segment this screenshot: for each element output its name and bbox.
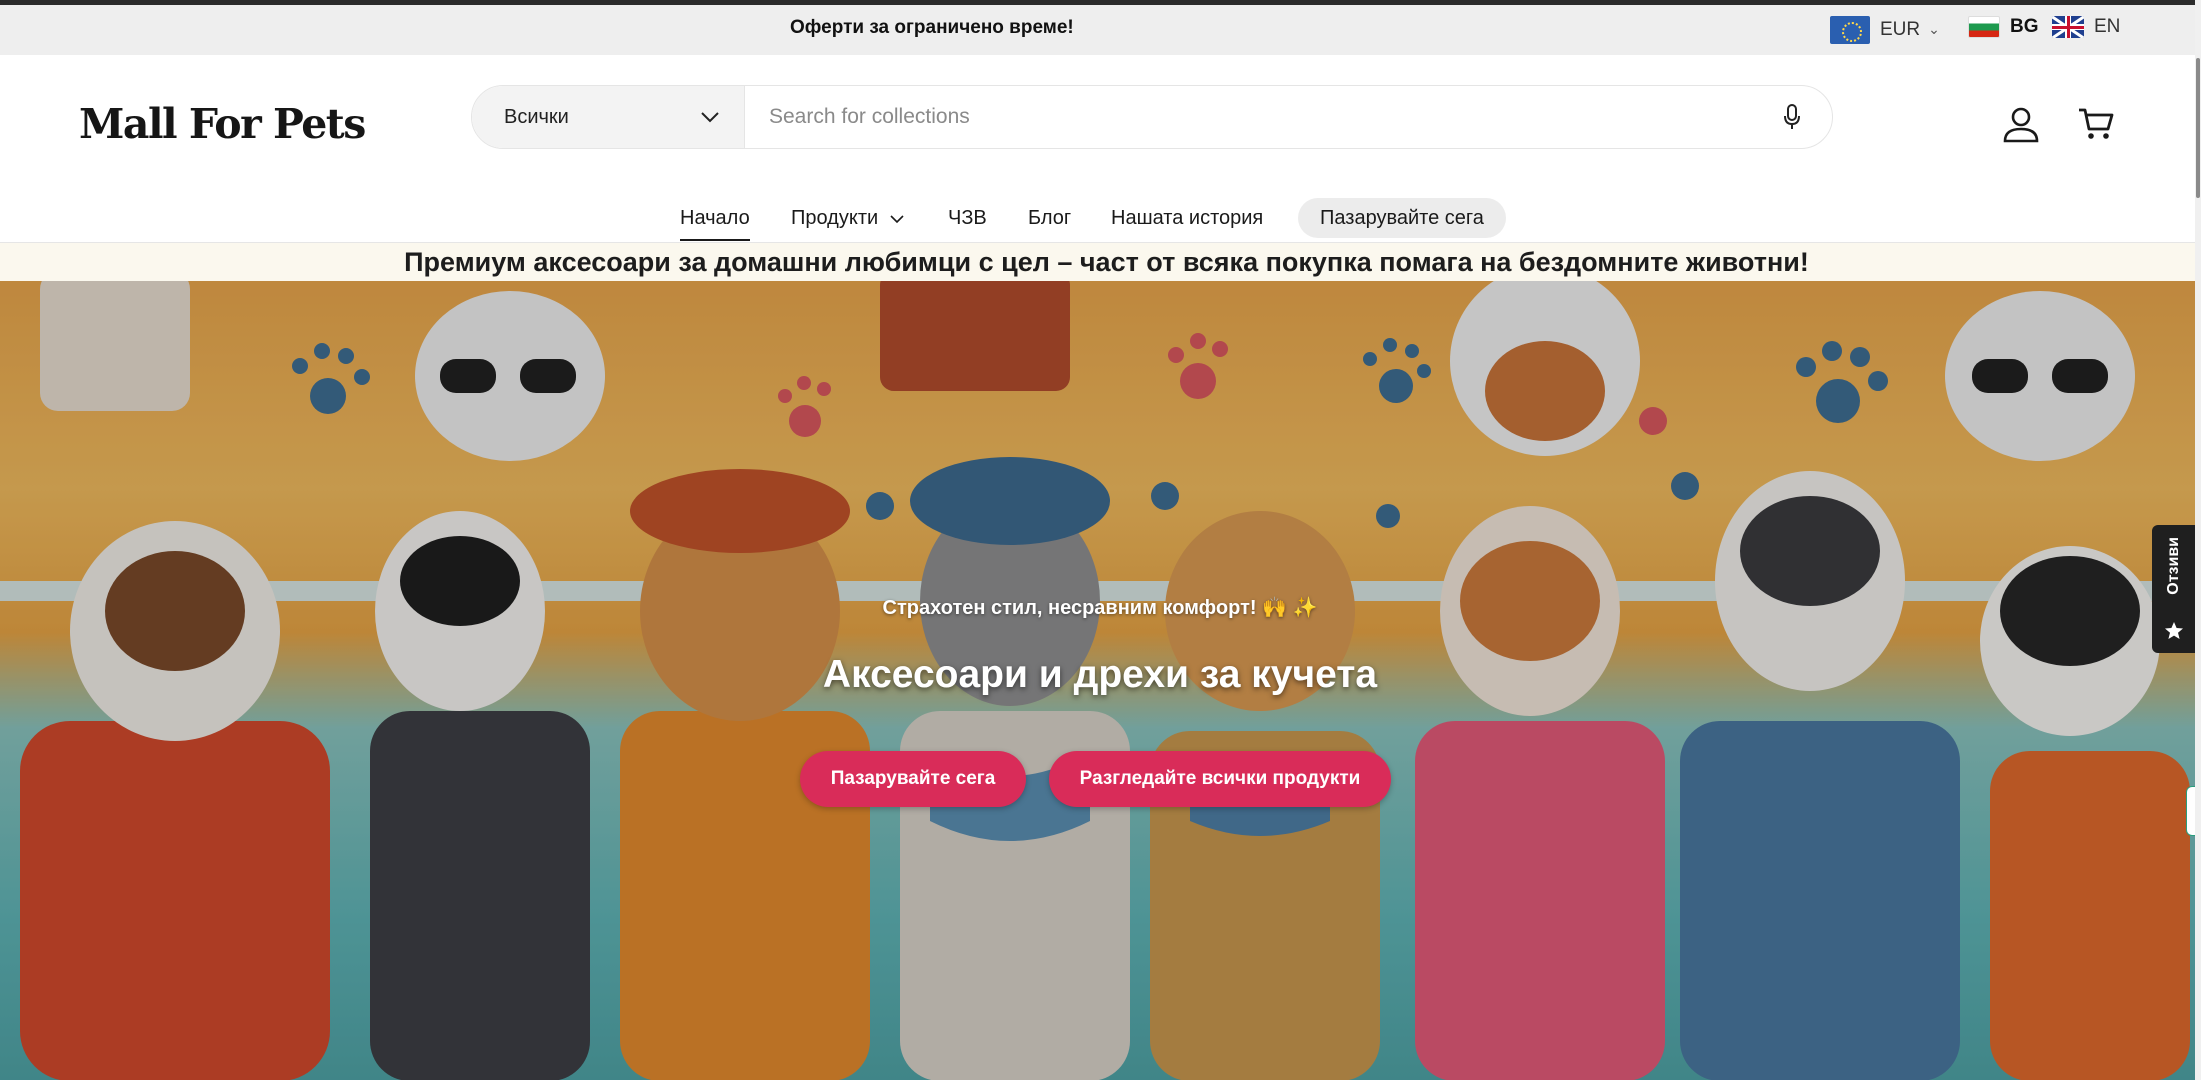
nav-item-products-label: Продукти [791,207,879,229]
reviews-tab-label: Отзиви [2164,537,2182,595]
star-icon [2164,622,2183,639]
site-header: Mall For Pets Всички Н [0,55,2201,243]
language-bg-label: BG [2010,16,2039,37]
account-icon[interactable] [1999,102,2043,146]
nav-item-products[interactable]: Продукти [791,201,904,235]
nav-item-home[interactable]: Начало [680,201,750,241]
reviews-tab[interactable]: Отзиви [2152,525,2195,653]
currency-label: EUR [1880,19,1921,40]
language-bg[interactable]: BG [1968,16,2039,38]
eu-flag-icon [1830,16,1870,44]
search-category-select[interactable]: Всички [472,86,745,148]
cart-icon[interactable] [2074,102,2118,146]
nav-item-blog[interactable]: Блог [1028,201,1071,235]
search-input[interactable] [745,86,1752,148]
site-logo[interactable]: Mall For Pets [79,100,366,148]
language-en[interactable]: EN [2052,16,2120,38]
browse-all-products-button[interactable]: Разгледайте всички продукти [1049,751,1391,807]
nav-item-our-story[interactable]: Нашата история [1111,201,1263,235]
hero-banner: Страхотен стил, несравним комфорт! 🙌 ✨ А… [0,281,2195,1080]
language-en-label: EN [2094,16,2121,37]
announcement-bar: Оферти за ограничено време! EUR ⌄ BG EN [0,0,2201,55]
main-nav: Начало Продукти ЧЗВ Блог Нашата история … [0,195,2201,243]
nav-item-shop-now[interactable]: Пазарувайте сега [1298,198,1506,238]
hero-title: Аксесоари и дрехи за кучета [822,653,1378,696]
microphone-icon[interactable] [1752,86,1832,148]
uk-flag-icon [2052,16,2084,38]
chevron-down-icon: ⌄ [1928,20,1940,37]
hero-subtitle: Страхотен стил, несравним комфорт! 🙌 ✨ [882,597,1318,619]
scrollbar-thumb[interactable] [2196,58,2200,198]
chevron-down-icon [890,215,904,224]
search-bar: Всички [471,85,1833,149]
chevron-down-icon [701,112,719,123]
bulgaria-flag-icon [1968,16,2000,38]
search-category-label: Всички [504,105,569,128]
shop-now-button[interactable]: Пазарувайте сега [800,751,1026,807]
nav-item-faq[interactable]: ЧЗВ [948,201,987,235]
promo-banner: Премиум аксесоари за домашни любимци с ц… [0,243,2195,281]
announcement-text: Оферти за ограничено време! [790,17,1074,38]
currency-selector[interactable]: EUR ⌄ [1830,16,1940,44]
